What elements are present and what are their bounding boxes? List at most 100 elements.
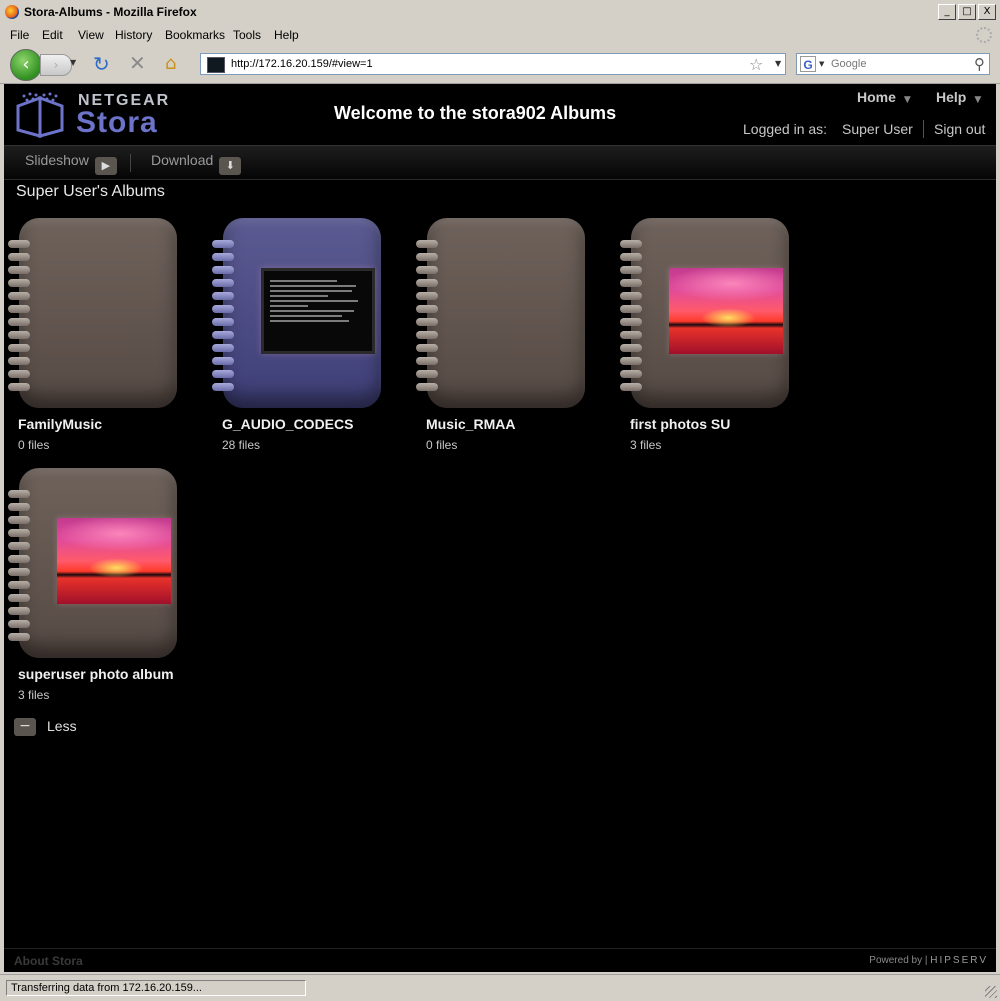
binding-ring xyxy=(416,357,438,365)
album-name[interactable]: Music_RMAA xyxy=(426,416,515,432)
less-label[interactable]: Less xyxy=(47,718,77,734)
album-name[interactable]: G_AUDIO_CODECS xyxy=(222,416,353,432)
resize-grip-icon[interactable] xyxy=(985,986,997,998)
url-bar[interactable]: ☆ ▼ xyxy=(200,53,786,75)
home-menu-label: Home xyxy=(857,89,896,105)
home-button[interactable]: ⌂ xyxy=(165,54,176,74)
binding-ring xyxy=(620,266,642,274)
help-menu[interactable]: Help ▼ xyxy=(936,89,981,105)
binding-ring xyxy=(416,331,438,339)
binding-ring xyxy=(416,344,438,352)
album-card-familymusic[interactable]: FamilyMusic 0 files xyxy=(4,218,184,458)
search-bar[interactable]: G ▼ ⚲ xyxy=(796,53,990,75)
album-card-superuser-photo-album[interactable]: superuser photo album 3 files xyxy=(4,468,184,708)
powered-by: Powered by | HIPSERV xyxy=(869,955,988,966)
album-card-music-rmaa[interactable]: Music_RMAA 0 files xyxy=(412,218,592,458)
binding-ring xyxy=(8,516,30,524)
binding-ring xyxy=(212,370,234,378)
binding-ring xyxy=(620,240,642,248)
search-engine-dropdown-icon[interactable]: ▼ xyxy=(819,60,824,68)
collapse-icon[interactable]: − xyxy=(14,718,36,736)
window-titlebar: Stora-Albums - Mozilla Firefox _ □ X xyxy=(0,0,1000,26)
url-input[interactable] xyxy=(231,56,731,72)
binding-ring xyxy=(8,555,30,563)
binding-ring xyxy=(212,305,234,313)
history-dropdown-icon[interactable]: ▼ xyxy=(70,58,76,67)
user-name-link[interactable]: Super User xyxy=(842,121,913,137)
binding-ring xyxy=(8,266,30,274)
binding-ring xyxy=(620,318,642,326)
back-button[interactable]: ‹ xyxy=(10,49,42,81)
binding-ring xyxy=(8,240,30,248)
album-name[interactable]: first photos SU xyxy=(630,416,730,432)
forward-button[interactable]: › xyxy=(40,54,72,76)
status-text: Transferring data from 172.16.20.159... xyxy=(6,980,306,996)
menu-bar: File Edit View History Bookmarks Tools H… xyxy=(0,25,1000,45)
binding-ring xyxy=(212,318,234,326)
binding-ring xyxy=(416,305,438,313)
album-thumbnail[interactable] xyxy=(57,518,171,604)
bookmark-star-icon[interactable]: ☆ xyxy=(749,55,763,74)
binding-ring xyxy=(212,253,234,261)
loading-throbber-icon xyxy=(976,27,992,43)
album-thumbnail[interactable] xyxy=(261,268,375,354)
site-header: NETGEAR Stora Welcome to the stora902 Al… xyxy=(4,84,996,146)
binding-ring xyxy=(8,318,30,326)
binding-ring xyxy=(416,292,438,300)
binding-ring xyxy=(620,305,642,313)
product-name: Stora xyxy=(76,106,158,139)
google-engine-icon[interactable]: G xyxy=(800,56,816,72)
site-favicon-icon xyxy=(207,57,225,73)
binding-ring xyxy=(8,370,30,378)
album-cover[interactable] xyxy=(427,218,585,408)
album-binding-rings xyxy=(416,240,438,392)
album-binding-rings xyxy=(620,240,642,392)
download-button[interactable]: Download ⬇ xyxy=(151,152,242,175)
powered-by-label: Powered by | xyxy=(869,955,928,966)
close-button[interactable]: X xyxy=(978,4,996,20)
album-file-count: 3 files xyxy=(630,438,662,452)
album-card-g-audio-codecs[interactable]: G_AUDIO_CODECS 28 files xyxy=(208,218,388,458)
maximize-button[interactable]: □ xyxy=(958,4,976,20)
reload-button[interactable]: ↻ xyxy=(93,54,110,74)
binding-ring xyxy=(8,568,30,576)
search-input[interactable] xyxy=(831,57,961,71)
about-stora-link[interactable]: About Stora xyxy=(14,954,83,968)
slideshow-button[interactable]: Slideshow ▶ xyxy=(25,152,117,175)
binding-ring xyxy=(8,292,30,300)
url-dropdown-icon[interactable]: ▼ xyxy=(775,59,781,68)
binding-ring xyxy=(620,331,642,339)
album-card-first-photos-su[interactable]: first photos SU 3 files xyxy=(616,218,796,458)
firefox-icon xyxy=(5,5,19,19)
chevron-down-icon: ▼ xyxy=(974,95,982,105)
album-toolbar: Slideshow ▶ Download ⬇ xyxy=(4,146,996,180)
menu-bookmarks[interactable]: Bookmarks xyxy=(165,28,225,42)
binding-ring xyxy=(8,633,30,641)
menu-edit[interactable]: Edit xyxy=(42,28,63,42)
binding-ring xyxy=(620,357,642,365)
binding-ring xyxy=(8,620,30,628)
menu-history[interactable]: History xyxy=(115,28,152,42)
binding-ring xyxy=(8,305,30,313)
sign-out-link[interactable]: Sign out xyxy=(934,121,985,137)
album-cover[interactable] xyxy=(19,218,177,408)
search-icon[interactable]: ⚲ xyxy=(974,55,985,73)
menu-view[interactable]: View xyxy=(78,28,104,42)
minimize-button[interactable]: _ xyxy=(938,4,956,20)
menu-tools[interactable]: Tools xyxy=(233,28,261,42)
binding-ring xyxy=(416,253,438,261)
binding-ring xyxy=(620,292,642,300)
window-controls: _ □ X xyxy=(938,4,996,20)
stop-button[interactable]: ✕ xyxy=(129,53,146,73)
album-name[interactable]: FamilyMusic xyxy=(18,416,102,432)
navigation-toolbar: ‹ › ▼ ↻ ✕ ⌂ ☆ ▼ G ▼ ⚲ xyxy=(0,45,1000,84)
album-name[interactable]: superuser photo album xyxy=(18,666,174,682)
stora-logo-icon[interactable] xyxy=(14,92,72,140)
chevron-down-icon: ▼ xyxy=(903,95,911,105)
window-title: Stora-Albums - Mozilla Firefox xyxy=(24,5,197,19)
home-menu[interactable]: Home ▼ xyxy=(857,89,911,105)
menu-help[interactable]: Help xyxy=(274,28,299,42)
menu-file[interactable]: File xyxy=(10,28,29,42)
album-thumbnail[interactable] xyxy=(669,268,783,354)
binding-ring xyxy=(8,279,30,287)
